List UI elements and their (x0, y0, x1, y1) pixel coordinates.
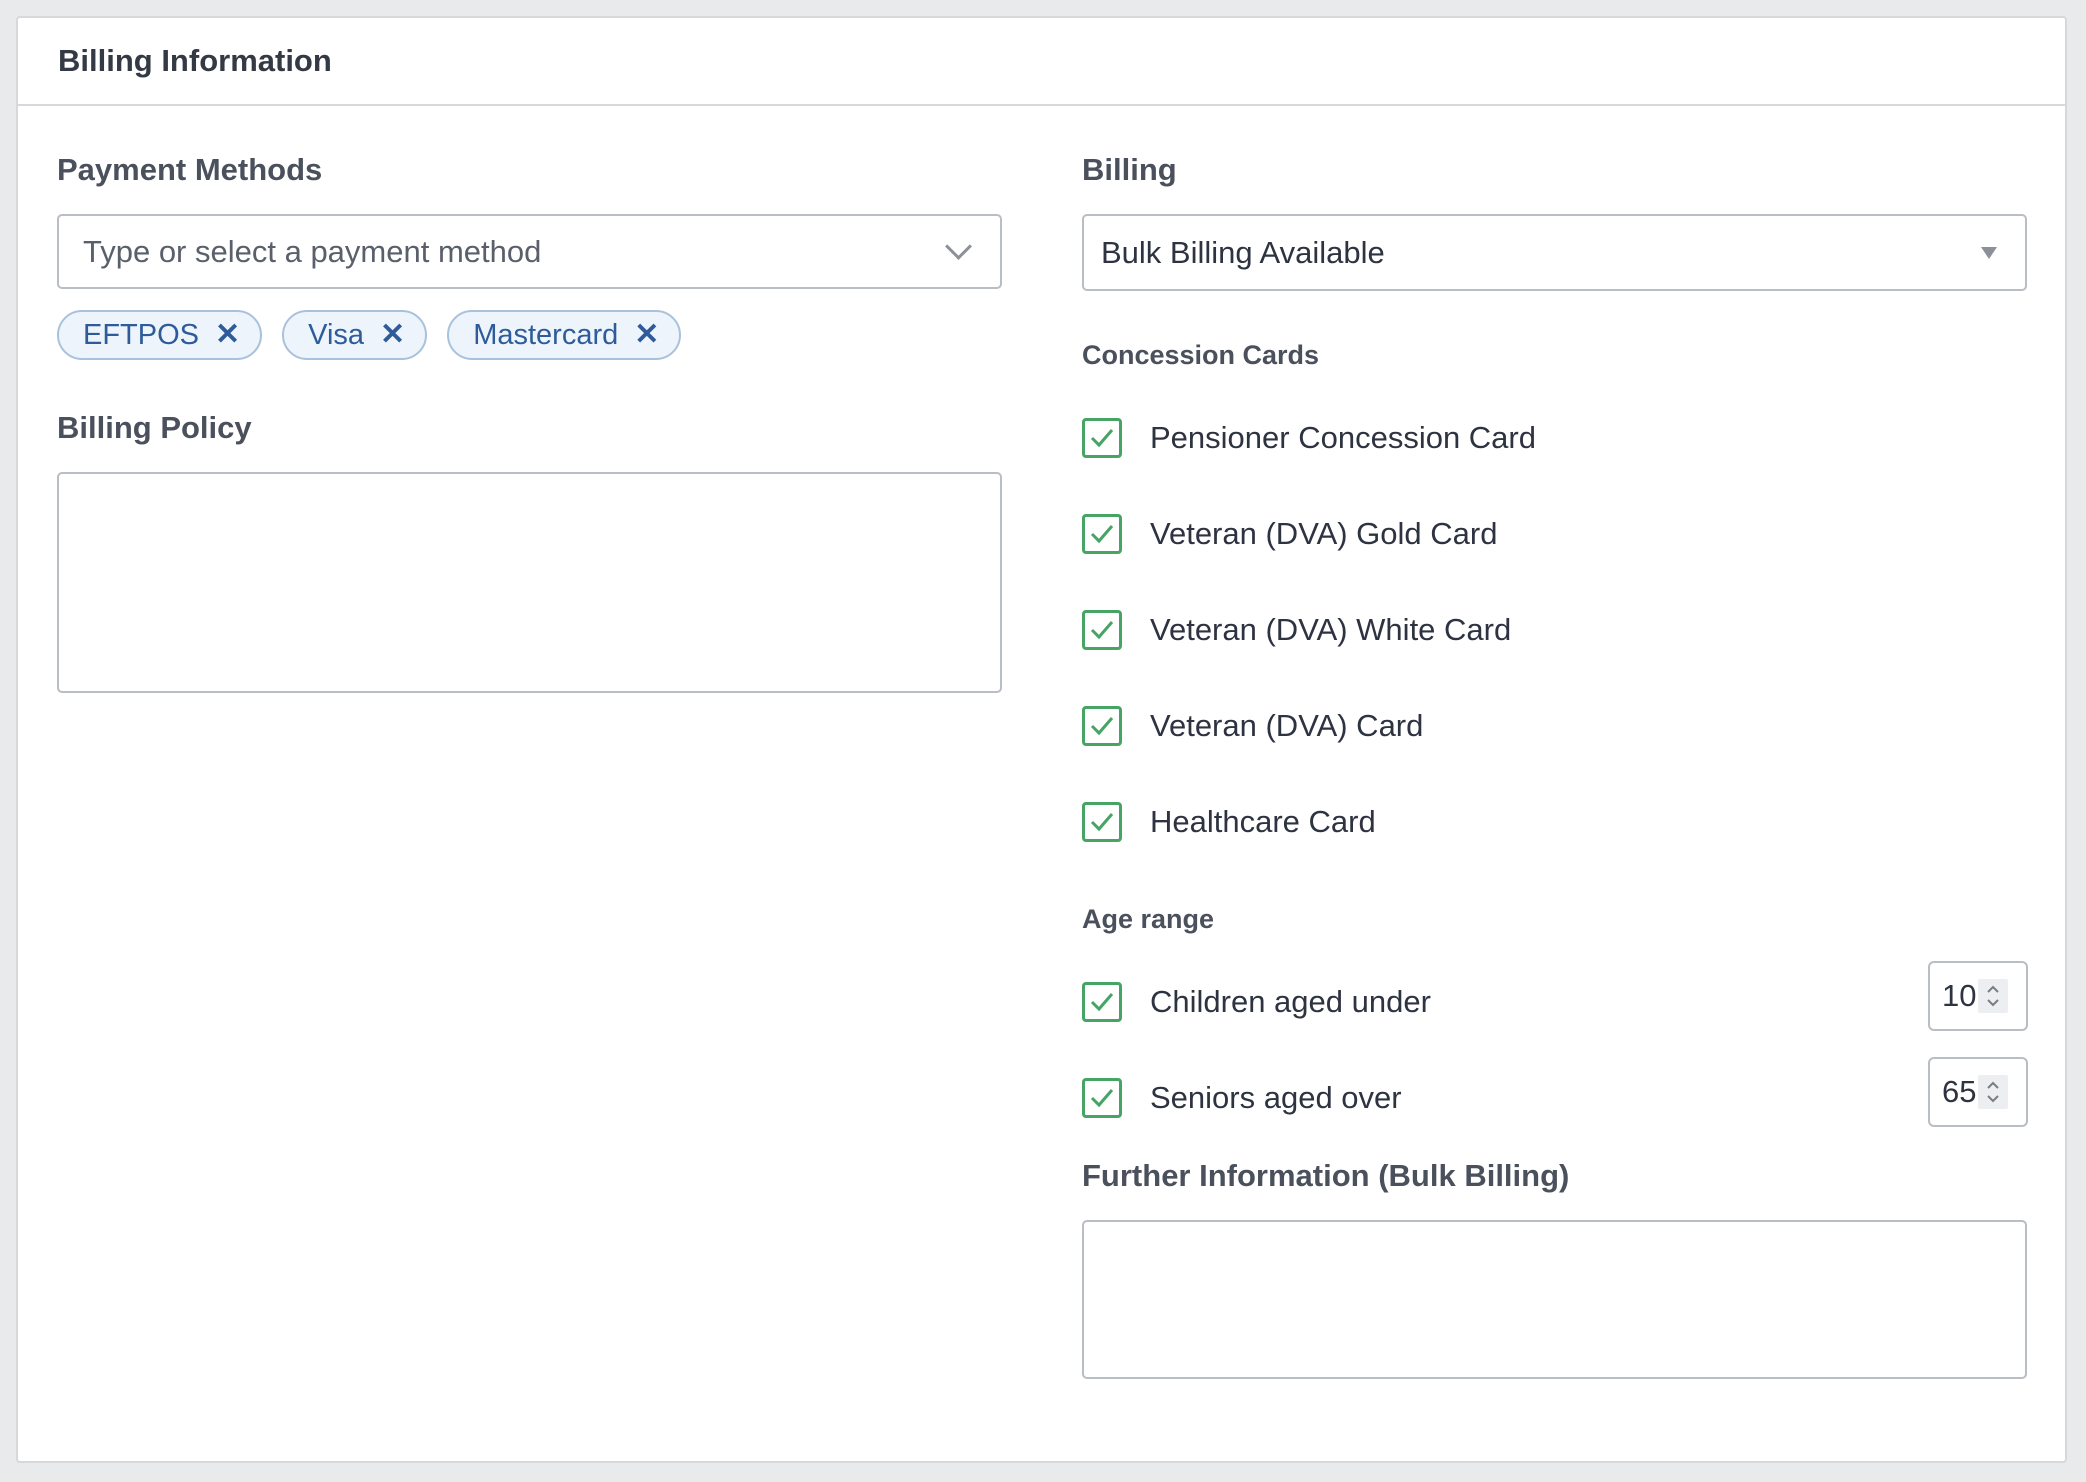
chevron-down-icon[interactable] (945, 233, 972, 260)
stepper-icon[interactable] (1978, 979, 2009, 1013)
payment-methods-label: Payment Methods (57, 152, 323, 187)
children-age-input[interactable]: 10 (1928, 961, 2028, 1031)
checkbox[interactable] (1082, 514, 1122, 554)
checkbox-label: Children aged under (1150, 984, 1431, 1019)
payment-method-tags: EFTPOS ✕ Visa ✕ Mastercard ✕ (57, 310, 682, 360)
seniors-age-input[interactable]: 65 (1928, 1057, 2028, 1127)
checkbox-label: Veteran (DVA) Gold Card (1150, 516, 1498, 551)
concession-item-healthcare[interactable]: Healthcare Card (1082, 800, 1376, 844)
checkmark-icon (1090, 717, 1114, 736)
age-range-label: Age range (1082, 904, 1215, 934)
concession-item-dva[interactable]: Veteran (DVA) Card (1082, 704, 1423, 748)
checkbox-label: Healthcare Card (1150, 804, 1376, 839)
further-information-label: Further Information (Bulk Billing) (1082, 1158, 1570, 1193)
checkbox[interactable] (1082, 610, 1122, 650)
checkbox-label: Seniors aged over (1150, 1080, 1402, 1115)
billing-select[interactable]: Bulk Billing Available (1082, 214, 2027, 291)
stepper-icon[interactable] (1978, 1075, 2009, 1109)
seniors-age-value: 65 (1942, 1074, 1977, 1109)
up-down-arrows-icon (1987, 985, 2000, 1007)
checkmark-icon (1090, 621, 1114, 640)
checkmark-icon (1090, 429, 1114, 448)
up-down-arrows-icon (1987, 1081, 2000, 1103)
remove-tag-icon[interactable]: ✕ (634, 320, 659, 350)
tag-label: Mastercard (473, 318, 619, 351)
panel-header: Billing Information (18, 18, 2065, 106)
checkbox-label: Veteran (DVA) Card (1150, 708, 1424, 743)
payment-method-placeholder: Type or select a payment method (83, 233, 542, 269)
tag-label: EFTPOS (83, 318, 200, 351)
checkmark-icon (1090, 525, 1114, 544)
tag-eftpos: EFTPOS ✕ (57, 310, 263, 360)
tag-mastercard: Mastercard ✕ (447, 310, 682, 360)
further-information-textarea[interactable] (1082, 1220, 2027, 1379)
concession-cards-label: Concession Cards (1082, 340, 1320, 370)
remove-tag-icon[interactable]: ✕ (380, 320, 405, 350)
tag-visa: Visa ✕ (282, 310, 428, 360)
checkbox[interactable] (1082, 982, 1122, 1022)
billing-selected-value: Bulk Billing Available (1101, 234, 1385, 270)
checkbox[interactable] (1082, 706, 1122, 746)
remove-tag-icon[interactable]: ✕ (215, 320, 240, 350)
checkbox[interactable] (1082, 418, 1122, 458)
checkbox[interactable] (1082, 802, 1122, 842)
checkbox[interactable] (1082, 1078, 1122, 1118)
age-children-row[interactable]: Children aged under (1082, 980, 1431, 1024)
billing-policy-textarea[interactable] (57, 472, 1002, 693)
concession-item-white[interactable]: Veteran (DVA) White Card (1082, 608, 1511, 652)
checkmark-icon (1090, 1089, 1114, 1108)
billing-policy-label: Billing Policy (57, 410, 252, 445)
checkmark-icon (1090, 813, 1114, 832)
children-age-value: 10 (1942, 978, 1977, 1013)
payment-method-select[interactable]: Type or select a payment method (57, 214, 1002, 289)
tag-label: Visa (308, 318, 365, 351)
concession-item-gold[interactable]: Veteran (DVA) Gold Card (1082, 512, 1497, 556)
billing-label: Billing (1082, 152, 1177, 187)
age-seniors-row[interactable]: Seniors aged over (1082, 1076, 1402, 1120)
checkbox-label: Pensioner Concession Card (1150, 420, 1536, 455)
checkmark-icon (1090, 993, 1114, 1012)
dropdown-arrow-icon[interactable] (1981, 246, 1997, 259)
panel-title: Billing Information (58, 43, 332, 78)
checkbox-label: Veteran (DVA) White Card (1150, 612, 1512, 647)
concession-item-pensioner[interactable]: Pensioner Concession Card (1082, 416, 1536, 460)
